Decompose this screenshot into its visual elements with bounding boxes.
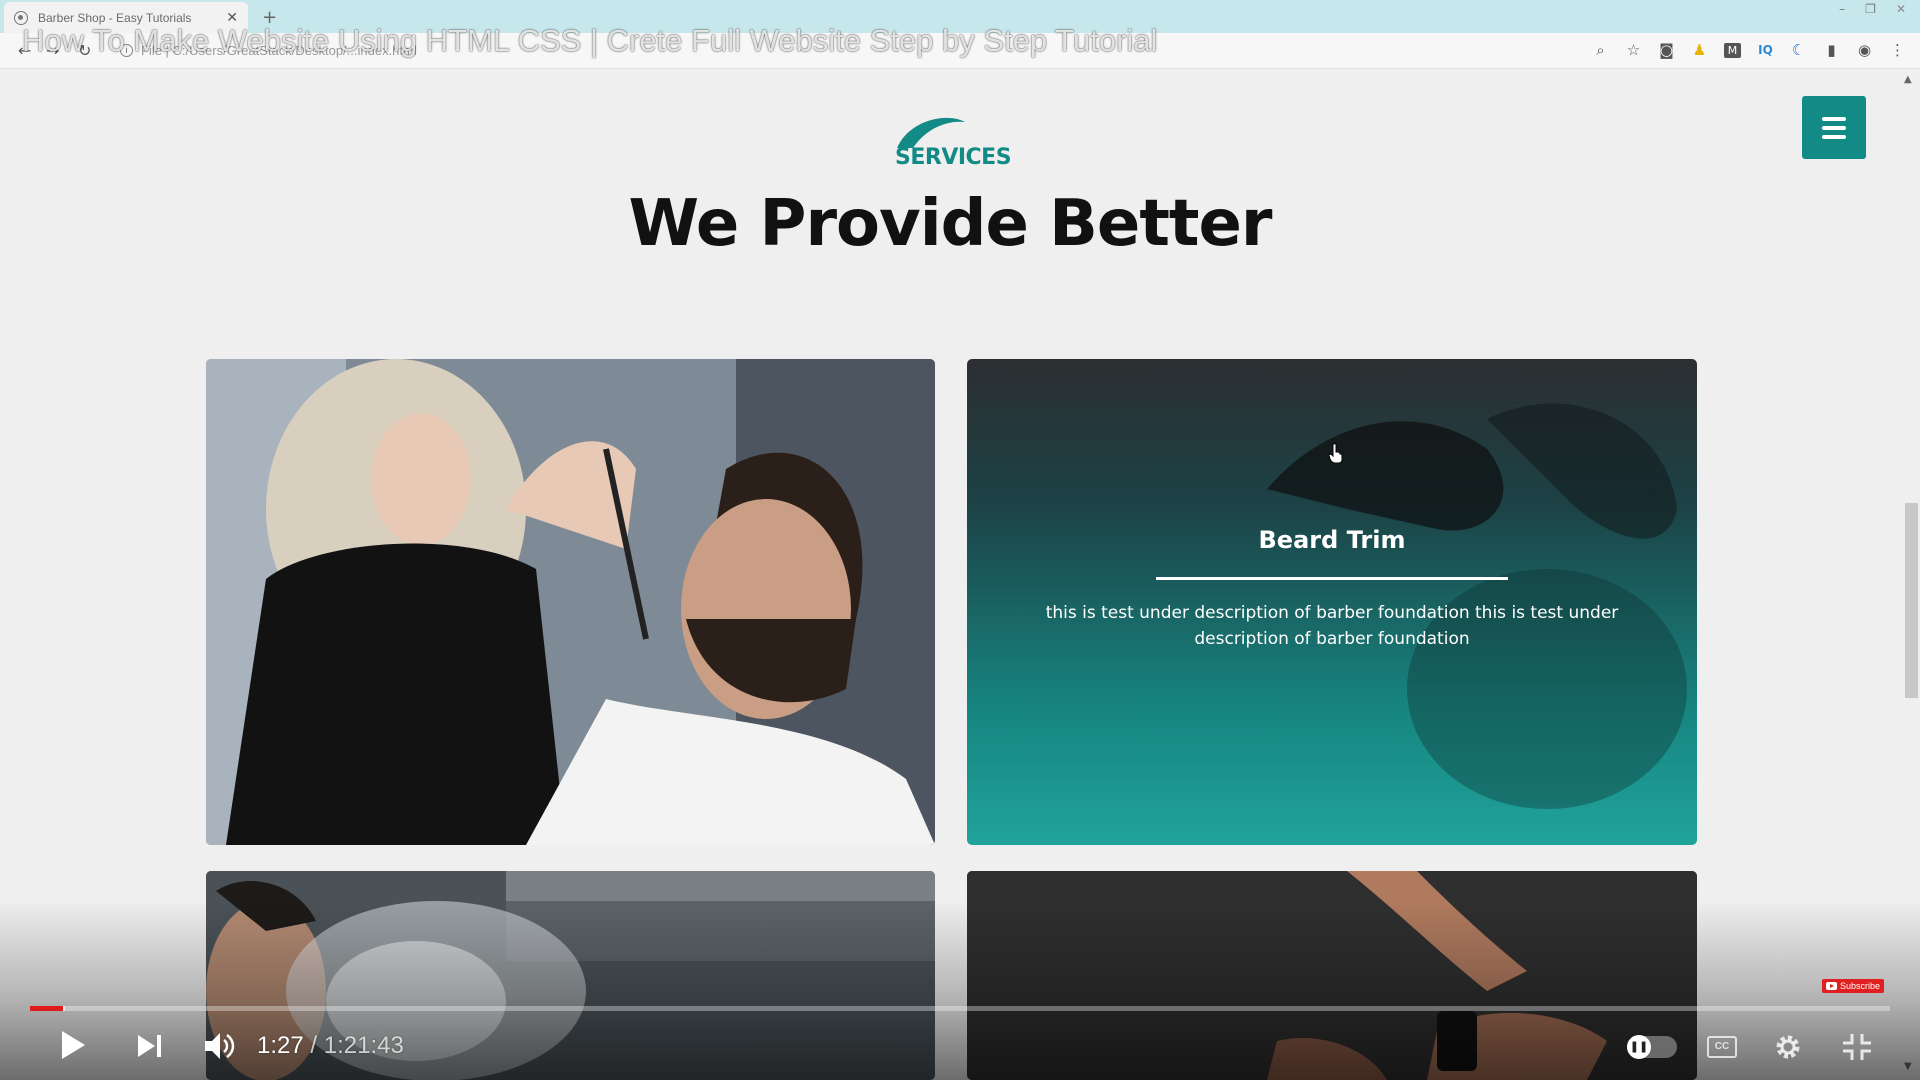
iq-extension-icon[interactable]: IQ <box>1757 43 1774 57</box>
video-time: 1:27 / 1:21:43 <box>257 1032 404 1060</box>
duration: 1:21:43 <box>323 1032 404 1059</box>
play-icon[interactable] <box>60 1030 86 1060</box>
section-label: SERVICES <box>895 145 1012 170</box>
exit-fullscreen-icon[interactable] <box>1842 1033 1872 1061</box>
kebab-menu-icon[interactable]: ⋮ <box>1889 41 1906 59</box>
subscribe-label: Subscribe <box>1840 981 1881 991</box>
hand-cursor-icon <box>1329 443 1343 463</box>
progress-played <box>30 1006 64 1011</box>
next-icon[interactable] <box>137 1034 163 1058</box>
pause-icon: ❚❚ <box>1627 1035 1651 1059</box>
hair-cut-photo <box>206 359 935 845</box>
captions-button[interactable]: CC <box>1707 1036 1737 1058</box>
minimize-button[interactable]: – <box>1839 2 1845 16</box>
camera-icon[interactable]: ◙ <box>1658 41 1675 59</box>
scroll-up-arrow-icon[interactable]: ▲ <box>1904 74 1912 85</box>
bookmark-star-icon[interactable]: ☆ <box>1625 41 1642 59</box>
moon-icon[interactable]: ☾ <box>1790 41 1807 59</box>
subscribe-badge[interactable]: Subscribe <box>1822 979 1885 993</box>
autoplay-toggle[interactable]: ❚❚ <box>1627 1035 1677 1059</box>
section-heading: We Provide Better <box>628 187 1273 261</box>
window-close-button[interactable]: ✕ <box>1896 2 1906 16</box>
gear-icon[interactable] <box>1773 1032 1803 1062</box>
card-title: Beard Trim <box>1258 526 1406 554</box>
zoom-icon[interactable]: ⌕ <box>1592 41 1609 59</box>
window-controls: – ❐ ✕ <box>1839 2 1906 16</box>
video-progress-bar[interactable] <box>30 1006 1890 1011</box>
section-label-logo: SERVICES <box>895 114 1012 174</box>
hamburger-menu-button[interactable] <box>1802 96 1866 159</box>
browser-extensions: ⌕ ☆ ◙ ♟ M IQ ☾ ▮ ◉ ⋮ <box>1592 41 1906 59</box>
hamburger-icon <box>1822 116 1846 121</box>
card-title-underline <box>1156 577 1508 580</box>
scrollbar-thumb[interactable] <box>1905 503 1918 698</box>
m-extension-icon[interactable]: M <box>1724 42 1741 58</box>
current-time: 1:27 <box>257 1032 304 1059</box>
card-description: this is test under description of barber… <box>1045 603 1619 649</box>
video-title[interactable]: How To Make Website Using HTML CSS | Cre… <box>22 23 1157 59</box>
extension-icon[interactable]: ▮ <box>1823 41 1840 59</box>
bell-icon[interactable]: ♟ <box>1691 41 1708 59</box>
restore-button[interactable]: ❐ <box>1865 2 1876 16</box>
volume-icon[interactable] <box>204 1031 236 1061</box>
time-separator: / <box>303 1032 324 1059</box>
service-card-hair-cut[interactable] <box>206 359 935 845</box>
profile-icon[interactable]: ◉ <box>1856 41 1873 59</box>
youtube-icon <box>1826 982 1837 990</box>
service-card-beard-trim[interactable]: Beard Trim this is test under descriptio… <box>967 359 1697 845</box>
